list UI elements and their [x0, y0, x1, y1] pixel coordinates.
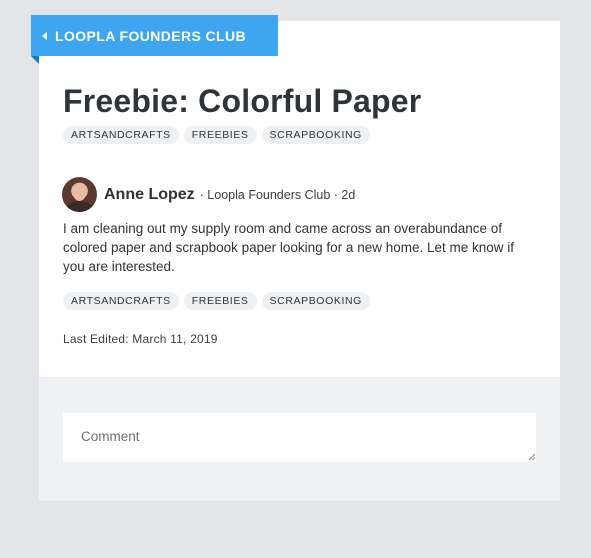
group-link-ribbon[interactable]: LOOPLA FOUNDERS CLUB — [31, 15, 278, 56]
tag-artsandcrafts[interactable]: ARTSANDCRAFTS — [63, 126, 179, 144]
avatar-shoulders — [66, 201, 93, 212]
comment-section — [39, 377, 560, 501]
avatar-face — [73, 185, 86, 201]
comment-input[interactable] — [63, 413, 536, 462]
tag-scrapbooking[interactable]: SCRAPBOOKING — [261, 292, 370, 310]
post-card: Freebie: Colorful Paper ARTSANDCRAFTS FR… — [39, 21, 560, 501]
avatar[interactable] — [62, 177, 97, 212]
post-tags-top: ARTSANDCRAFTS FREEBIES SCRAPBOOKING — [63, 126, 370, 144]
ribbon-fold — [31, 56, 39, 64]
post-tags-bottom: ARTSANDCRAFTS FREEBIES SCRAPBOOKING — [63, 292, 370, 310]
post-meta: · Loopla Founders Club · 2d — [199, 187, 356, 202]
resize-grip-icon[interactable] — [528, 453, 536, 461]
caret-left-icon — [42, 31, 47, 40]
tag-artsandcrafts[interactable]: ARTSANDCRAFTS — [63, 292, 179, 310]
last-edited: Last Edited: March 11, 2019 — [63, 332, 218, 346]
author-name[interactable]: Anne Lopez — [104, 186, 195, 204]
tag-scrapbooking[interactable]: SCRAPBOOKING — [261, 126, 370, 144]
tag-freebies[interactable]: FREEBIES — [183, 292, 257, 310]
post-title: Freebie: Colorful Paper — [63, 83, 422, 119]
author-row: Anne Lopez · Loopla Founders Club · 2d — [62, 177, 355, 212]
tag-freebies[interactable]: FREEBIES — [183, 126, 257, 144]
post-body: I am cleaning out my supply room and cam… — [63, 221, 515, 274]
group-name: LOOPLA FOUNDERS CLUB — [55, 27, 247, 44]
